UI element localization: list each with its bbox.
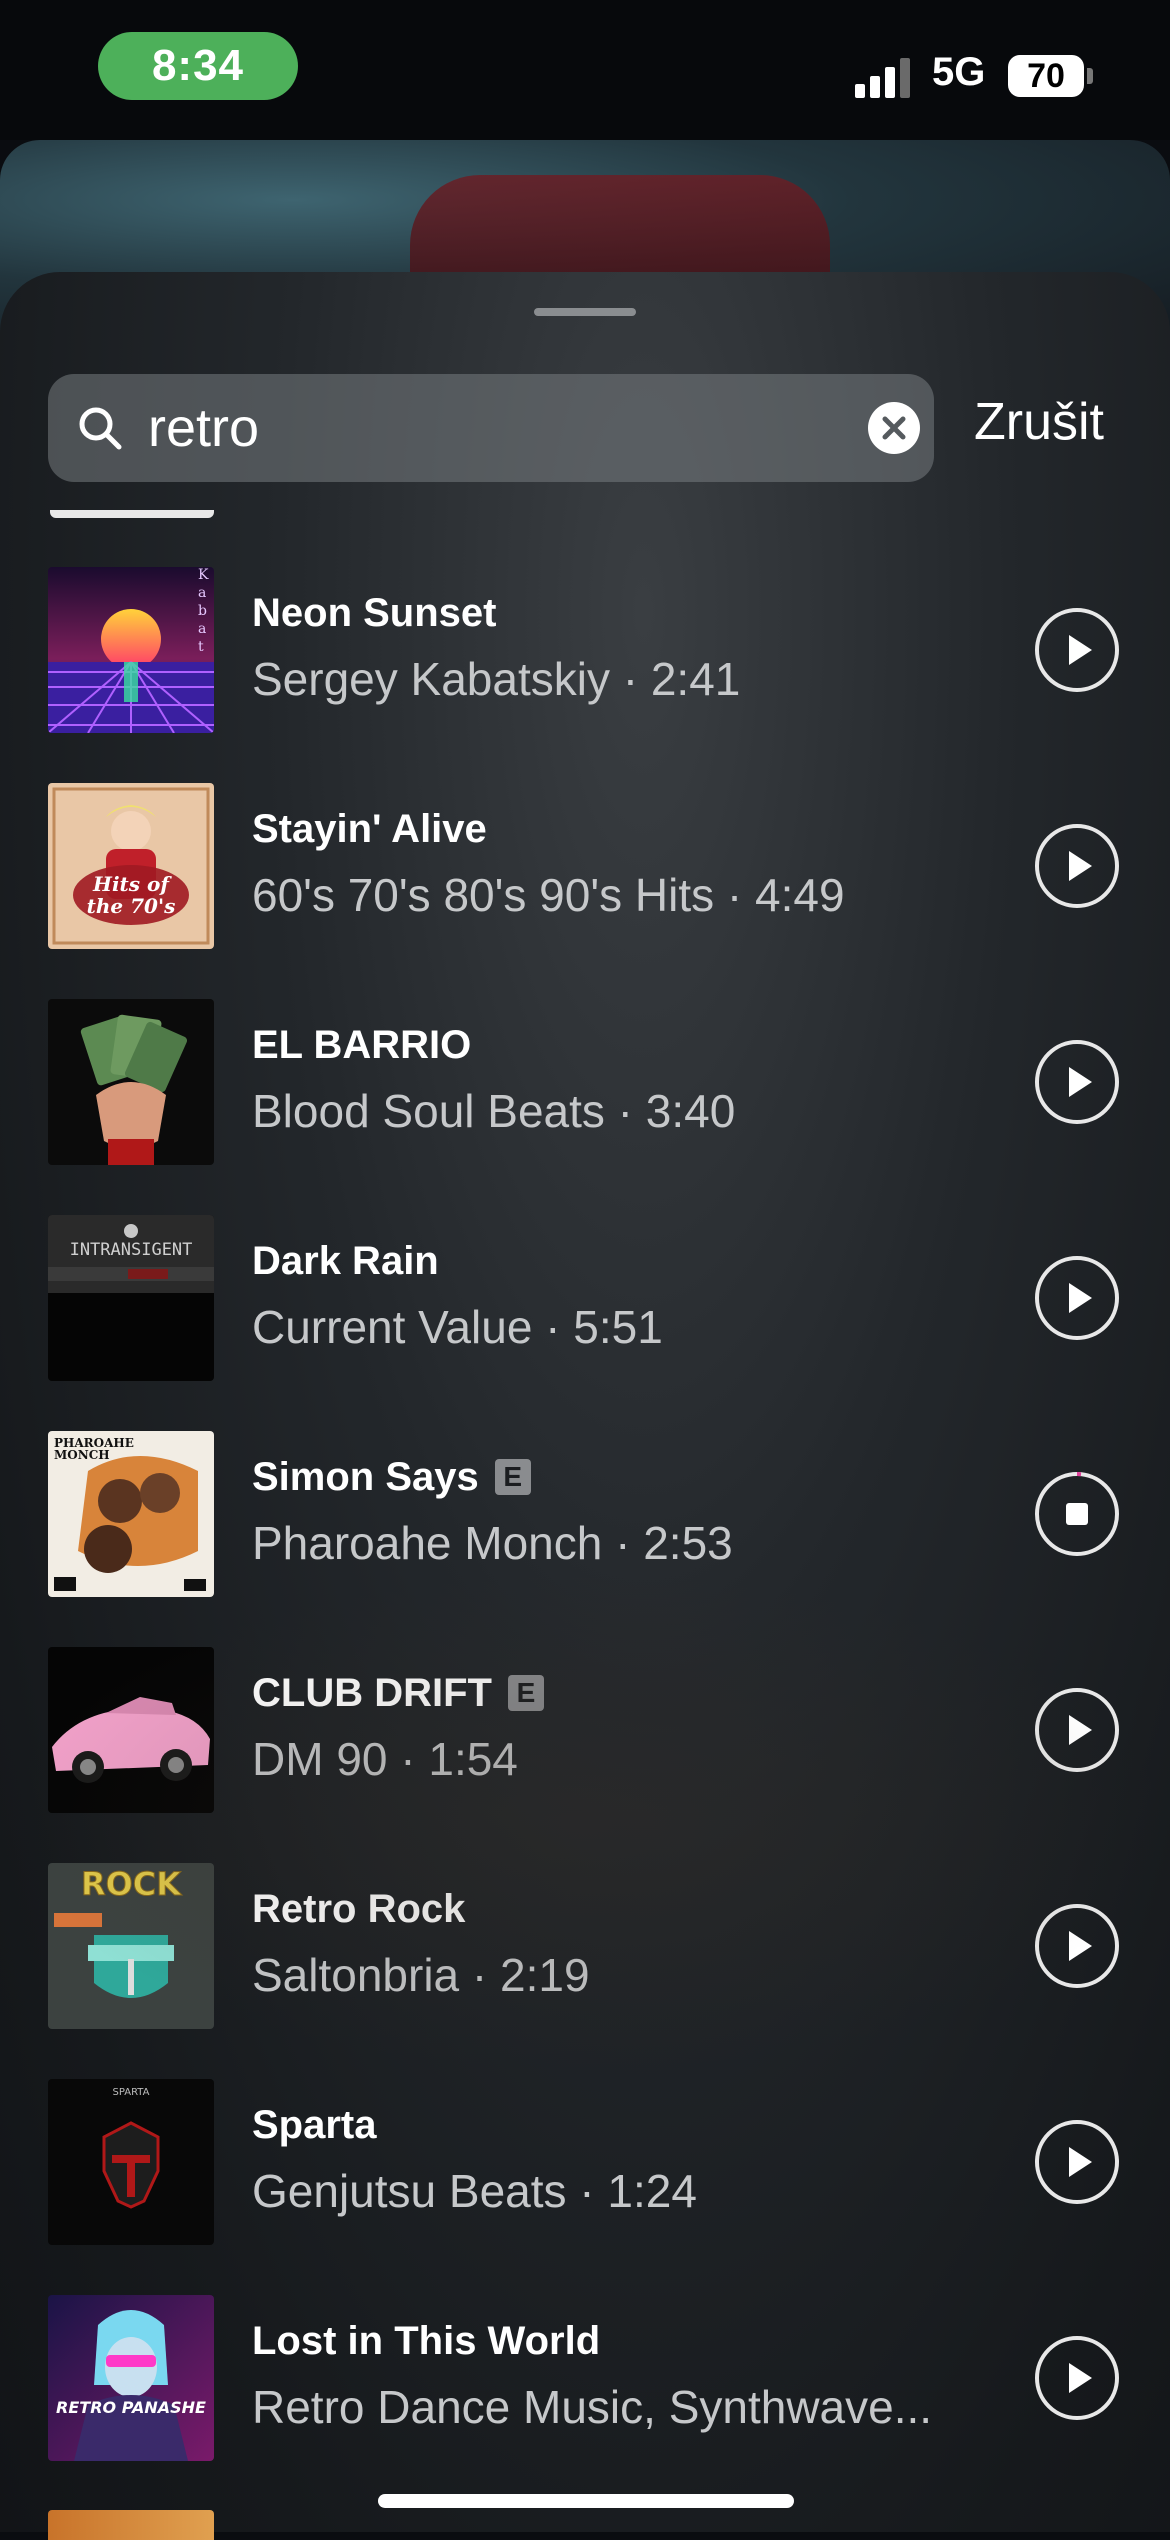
track-meta: Current Value · 5:51	[252, 1301, 663, 1353]
svg-text:b: b	[198, 603, 207, 619]
track-row[interactable]: Hits of the 70's Stayin' Alive 60's 70's…	[0, 783, 1170, 999]
track-row[interactable]: EL BARRIO Blood Soul Beats · 3:40	[0, 999, 1170, 1215]
cancel-button[interactable]: Zrušit	[974, 392, 1104, 452]
svg-text:a: a	[198, 621, 206, 637]
track-title-text: Retro Rock	[252, 1887, 466, 1931]
track-meta: Blood Soul Beats · 3:40	[252, 1085, 736, 1137]
play-circle-icon[interactable]	[1034, 2335, 1120, 2421]
next-track-art-edge	[48, 2510, 214, 2540]
sheet-grabber[interactable]	[534, 308, 636, 316]
track-meta: Retro Dance Music, Synthwave...	[252, 2381, 933, 2433]
play-circle-icon[interactable]	[1034, 1039, 1120, 1125]
previous-track-art-edge	[50, 510, 214, 518]
battery-icon: 70	[1008, 55, 1084, 97]
track-title: Sparta	[252, 2101, 377, 2149]
home-indicator[interactable]	[378, 2494, 794, 2508]
search-icon	[79, 407, 122, 450]
track-title-text: CLUB DRIFT	[252, 1671, 492, 1715]
explicit-badge: E	[494, 1459, 531, 1495]
track-title: Lost in This World	[252, 2317, 600, 2365]
play-circle-icon[interactable]	[1034, 1903, 1120, 1989]
play-circle-icon[interactable]	[1034, 823, 1120, 909]
battery-cap	[1087, 68, 1093, 84]
svg-text:SPARTA: SPARTA	[113, 2087, 150, 2098]
track-title: Simon Says E	[252, 1453, 531, 1501]
clear-circle-icon[interactable]	[868, 402, 920, 454]
album-art: RETRO PANASHE	[48, 2295, 214, 2461]
track-meta: Saltonbria · 2:19	[252, 1949, 590, 2001]
track-title-text: EL BARRIO	[252, 1023, 472, 1067]
svg-text:the 70's: the 70's	[87, 894, 176, 918]
album-art: Kabat	[48, 567, 214, 733]
track-title-text: Lost in This World	[252, 2319, 601, 2363]
track-meta: 60's 70's 80's 90's Hits · 4:49	[252, 869, 845, 921]
svg-text:t: t	[198, 639, 204, 655]
track-title: Neon Sunset	[252, 589, 496, 637]
track-title-text: Neon Sunset	[252, 591, 497, 635]
track-row[interactable]: INTRANSIGENT Dark Rain Current Value · 5…	[0, 1215, 1170, 1431]
track-row[interactable]: Kabat Neon Sunset Sergey Kabatskiy · 2:4…	[0, 567, 1170, 783]
search-input[interactable]: retro	[148, 398, 259, 458]
svg-text:ROCK: ROCK	[81, 1865, 182, 1903]
album-art: SPARTA	[48, 2079, 214, 2245]
network-type: 5G	[932, 50, 986, 94]
album-art: INTRANSIGENT	[48, 1215, 214, 1381]
play-circle-icon[interactable]	[1034, 1255, 1120, 1341]
track-title: Stayin' Alive	[252, 805, 487, 853]
explicit-badge: E	[507, 1675, 544, 1711]
svg-text:RETRO PANASHE: RETRO PANASHE	[56, 2398, 206, 2417]
album-art: ROCK	[48, 1863, 214, 2029]
track-row[interactable]: CLUB DRIFT E DM 90 · 1:54	[0, 1647, 1170, 1863]
search-field[interactable]: retro	[48, 374, 934, 482]
track-title: CLUB DRIFT E	[252, 1669, 544, 1717]
svg-text:a: a	[198, 585, 206, 601]
svg-text:K: K	[198, 567, 209, 583]
track-title: Retro Rock	[252, 1885, 465, 1933]
svg-text:MONCH: MONCH	[54, 1448, 110, 1462]
track-meta: Genjutsu Beats · 1:24	[252, 2165, 697, 2217]
track-row[interactable]: ROCK Retro Rock Saltonbria · 2:19	[0, 1863, 1170, 2079]
track-meta: Pharoahe Monch · 2:53	[252, 1517, 733, 1569]
track-title-text: Simon Says	[252, 1455, 479, 1499]
track-title: EL BARRIO	[252, 1021, 471, 1069]
play-circle-icon[interactable]	[1034, 1687, 1120, 1773]
track-row[interactable]: RETRO PANASHE Lost in This World Retro D…	[0, 2295, 1170, 2511]
stop-circle-icon[interactable]	[1034, 1471, 1120, 1557]
track-row[interactable]: PHAROAHE MONCH Simon Says E Pharoahe Mon…	[0, 1431, 1170, 1647]
album-art	[48, 999, 214, 1165]
track-row[interactable]: SPARTA Sparta Genjutsu Beats · 1:24	[0, 2079, 1170, 2295]
album-art: PHAROAHE MONCH	[48, 1431, 214, 1597]
track-title-text: Stayin' Alive	[252, 807, 487, 851]
svg-text:Hits of: Hits of	[92, 872, 172, 896]
track-title-text: Dark Rain	[252, 1239, 439, 1283]
album-art	[48, 1647, 214, 1813]
status-time[interactable]: 8:34	[98, 32, 298, 100]
track-meta: DM 90 · 1:54	[252, 1733, 518, 1785]
music-search-sheet: retro Zrušit Kaba t Neon Sunset Sergey K…	[0, 272, 1170, 2532]
play-circle-icon[interactable]	[1034, 607, 1120, 693]
track-title: Dark Rain	[252, 1237, 439, 1285]
status-bar: 8:34 5G 70	[0, 0, 1170, 140]
track-title-text: Sparta	[252, 2103, 377, 2147]
play-circle-icon[interactable]	[1034, 2119, 1120, 2205]
cellular-signal-icon	[855, 58, 910, 98]
svg-text:INTRANSIGENT: INTRANSIGENT	[70, 1240, 193, 1260]
album-art: Hits of the 70's	[48, 783, 214, 949]
track-meta: Sergey Kabatskiy · 2:41	[252, 653, 741, 705]
